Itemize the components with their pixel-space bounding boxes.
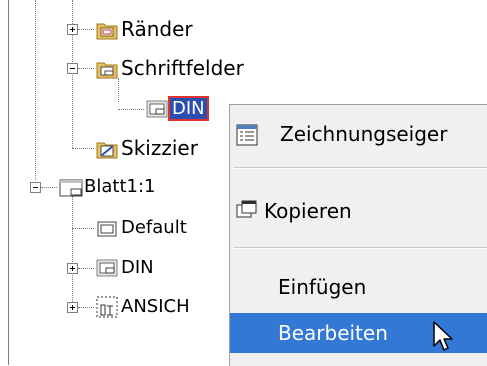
expand-toggle-icon[interactable] [67,24,78,35]
mouse-cursor-icon [432,320,454,358]
menu-item-properties[interactable]: Zeichnungseiger [230,114,487,154]
tree-item-label[interactable]: Skizzier [121,135,198,161]
sketch-folder-icon [96,139,118,163]
menu-item-paste[interactable]: Einfügen [230,267,487,307]
tree-line [118,78,119,102]
tree-left-border [8,0,9,365]
titleblock-icon [96,258,118,282]
titleblock-icon [146,99,168,123]
collapse-toggle-icon[interactable] [67,63,78,74]
tree-item-label-selected[interactable]: DIN [168,96,209,122]
sheet-icon [59,178,83,202]
tree-item-label[interactable]: Ränder [121,16,193,42]
expand-toggle-icon[interactable] [67,263,78,274]
tree-line [35,0,36,180]
menu-item-label: Zeichnungseiger [280,122,448,146]
tree-item-label[interactable]: ANSICH [121,294,190,320]
expand-toggle-icon[interactable] [67,302,78,313]
collapse-toggle-icon[interactable] [30,182,41,193]
tree-line [78,29,94,30]
menu-separator [234,167,487,169]
folder-doc-icon [96,20,118,44]
properties-icon [236,124,258,150]
menu-separator [234,247,487,249]
tree-item-label[interactable]: DIN [121,255,154,281]
menu-item-copy[interactable]: Kopieren [230,191,487,231]
tree-line [78,307,94,308]
selected-text[interactable]: DIN [168,96,209,121]
menu-item-label: Einfügen [278,275,367,299]
view-icon [96,296,118,322]
tree-line [72,196,73,306]
tree-line [72,228,94,229]
tree-line [72,0,73,148]
folder-sheet-icon [96,59,118,83]
tree-line [118,109,144,110]
tree-item-label[interactable]: Schriftfelder [121,55,244,81]
tree-line [72,148,94,149]
tree-line [78,68,94,69]
tree-line [78,268,94,269]
tree-line [41,187,57,188]
menu-item-label: Kopieren [264,199,352,223]
tree-item-label[interactable]: Blatt1:1 [84,174,155,200]
menu-item-label: Bearbeiten [278,321,388,345]
copy-icon [236,199,258,225]
tree-item-label[interactable]: Default [121,215,187,241]
border-icon [96,219,118,243]
